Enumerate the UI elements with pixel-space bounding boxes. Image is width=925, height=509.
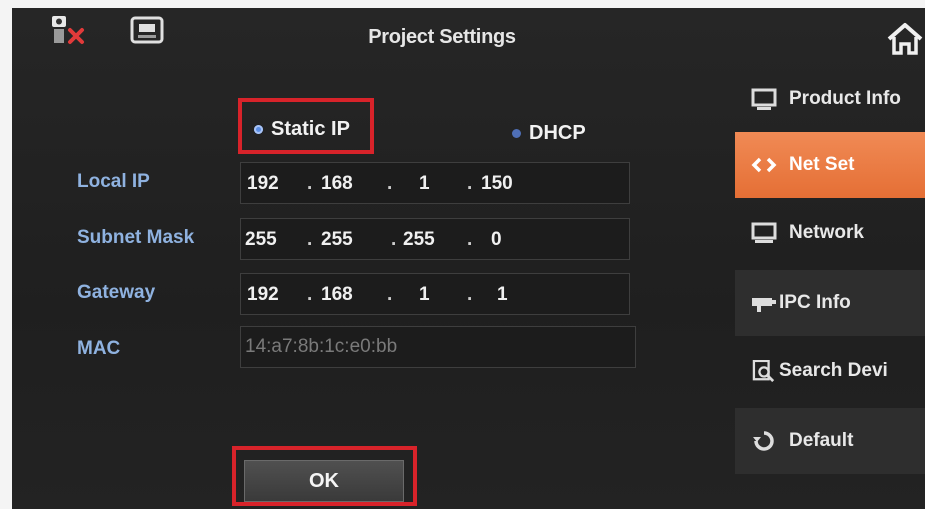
ip-separator: . — [387, 284, 393, 305]
ip-octet[interactable]: 255 — [321, 229, 353, 251]
ip-octet[interactable]: 1 — [419, 173, 430, 195]
ip-separator: . — [467, 229, 473, 250]
search-device-icon — [752, 360, 775, 382]
home-icon[interactable] — [885, 22, 925, 61]
ip-octet[interactable]: 192 — [247, 284, 279, 306]
subnet-mask-label: Subnet Mask — [77, 227, 195, 248]
page-title: Project Settings — [368, 26, 516, 48]
recycle-icon — [753, 431, 774, 451]
ip-octet[interactable]: 1 — [497, 284, 508, 306]
sidebar-item-default[interactable]: Default — [735, 408, 925, 474]
sidebar-item-label: Network — [789, 222, 864, 243]
sidebar-item-net-set[interactable]: Net Set — [735, 132, 925, 198]
ip-octet[interactable]: 150 — [481, 173, 513, 195]
sidebar-item-label: Default — [789, 430, 854, 451]
sidebar-item-label: IPC Info — [779, 292, 851, 313]
ip-octet[interactable]: 192 — [247, 173, 279, 195]
sidebar-item-label: Product Info — [789, 88, 901, 109]
sidebar-item-network[interactable]: Network — [735, 200, 925, 266]
camera-icon — [752, 298, 776, 312]
dhcp-radio[interactable]: DHCP — [512, 122, 586, 145]
dhcp-label: DHCP — [529, 122, 586, 144]
mac-label: MAC — [77, 338, 121, 359]
local-ip-label: Local IP — [77, 171, 150, 192]
ok-highlight — [232, 446, 417, 506]
ip-octet[interactable]: 255 — [245, 229, 277, 251]
sidebar-item-ipc-info[interactable]: IPC Info — [735, 270, 925, 336]
mac-field: 14:a7:8b:1c:e0:bb — [240, 326, 636, 368]
subnet-mask-field[interactable]: 255 . 255 . 255 . 0 — [240, 218, 630, 260]
sidebar-item-search-device[interactable]: Search Devi — [735, 338, 925, 404]
monitor-icon — [751, 88, 777, 110]
screen-icon — [751, 222, 777, 243]
sidebar-item-label: Net Set — [789, 154, 855, 175]
ip-separator: . — [467, 173, 473, 194]
ip-separator: . — [307, 173, 313, 194]
ip-separator: . — [307, 284, 313, 305]
static-ip-highlight — [238, 98, 374, 154]
ip-octet[interactable]: 255 — [403, 229, 435, 251]
sidebar-item-product-info[interactable]: Product Info — [735, 66, 925, 132]
radio-dot-unselected — [512, 129, 521, 138]
ip-octet[interactable]: 168 — [321, 173, 353, 195]
ip-separator: . — [467, 284, 473, 305]
local-ip-field[interactable]: 192 . 168 . 1 . 150 — [240, 162, 630, 204]
ip-octet[interactable]: 1 — [419, 284, 430, 306]
code-brackets-icon — [751, 157, 777, 173]
gateway-label: Gateway — [77, 282, 156, 303]
device-screen: Project Settings Static IP DHCP Local IP… — [12, 8, 925, 509]
ip-separator: . — [307, 229, 313, 250]
sidebar-item-label: Search Devi — [779, 360, 888, 381]
ip-octet[interactable]: 0 — [491, 229, 502, 251]
ip-separator: . — [391, 229, 397, 250]
top-bar: Project Settings — [12, 8, 925, 70]
ip-octet[interactable]: 168 — [321, 284, 353, 306]
ip-separator: . — [387, 173, 393, 194]
gateway-field[interactable]: 192 . 168 . 1 . 1 — [240, 273, 630, 315]
